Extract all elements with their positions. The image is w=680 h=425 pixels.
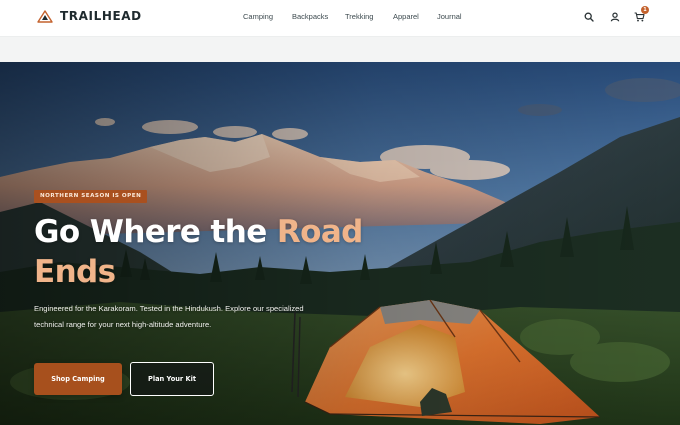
season-badge: NORTHERN SEASON IS OPEN: [34, 190, 148, 203]
hero-title-main: Go Where the: [34, 214, 267, 250]
main-nav: Camping Backpacks Trekking Apparel Journ…: [243, 11, 462, 23]
cart-icon[interactable]: 1: [632, 6, 649, 24]
nav-item-apparel[interactable]: Apparel: [393, 11, 419, 23]
plan-your-kit-button[interactable]: Plan Your Kit: [130, 362, 214, 396]
nav-item-trekking[interactable]: Trekking: [345, 11, 373, 23]
nav-item-backpacks[interactable]: Backpacks: [292, 11, 328, 23]
cart-count-badge: 1: [641, 6, 649, 14]
mountain-logo-icon: [37, 9, 53, 23]
search-icon[interactable]: [582, 10, 596, 24]
nav-item-journal[interactable]: Journal: [437, 11, 462, 23]
site-header: TRAILHEAD Camping Backpacks Trekking App…: [0, 0, 680, 36]
nav-item-camping[interactable]: Camping: [243, 11, 273, 23]
brand-logo[interactable]: TRAILHEAD: [37, 9, 142, 23]
header-actions: 1: [582, 6, 649, 26]
brand-name: TRAILHEAD: [60, 9, 142, 23]
hero-title-accent-ends: Ends: [34, 254, 116, 290]
shop-camping-button[interactable]: Shop Camping: [34, 363, 122, 395]
hero-description: Engineered for the Karakoram. Tested in …: [34, 304, 304, 329]
announcement-bar: [0, 36, 680, 62]
hero-title-accent-road: Road: [276, 214, 363, 250]
hero-title: Go Where the Road Ends: [34, 212, 394, 292]
user-icon[interactable]: [608, 10, 622, 24]
hero-section: NORTHERN SEASON IS OPEN Go Where the Roa…: [0, 62, 680, 425]
